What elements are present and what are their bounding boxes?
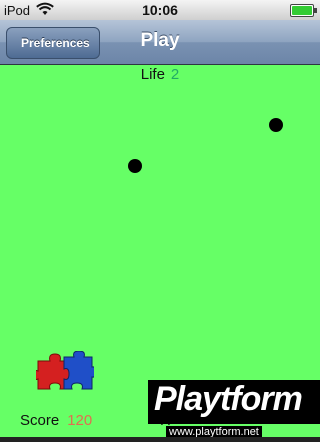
clock: 10:06 xyxy=(142,2,178,18)
life-display: Life 2 xyxy=(0,66,320,83)
watermark-brand: Playtform xyxy=(154,380,303,418)
preferences-back-button[interactable]: Preferences xyxy=(0,26,100,59)
ball xyxy=(128,159,142,173)
puzzle-pieces-icon[interactable] xyxy=(32,350,97,391)
life-label: Life xyxy=(140,66,165,83)
score-display: Score 120 xyxy=(20,412,92,429)
score-value: 120 xyxy=(67,412,93,429)
back-button-label: Preferences xyxy=(21,36,90,50)
life-value: 2 xyxy=(170,66,180,83)
watermark: Playtform www.playtform.net xyxy=(148,380,320,442)
score-label: Score xyxy=(20,412,60,429)
battery-icon xyxy=(290,4,317,17)
bottom-strip xyxy=(0,437,320,442)
navigation-bar: Preferences Play xyxy=(0,20,320,65)
ball xyxy=(269,118,283,132)
status-bar: iPod 10:06 xyxy=(0,0,320,20)
